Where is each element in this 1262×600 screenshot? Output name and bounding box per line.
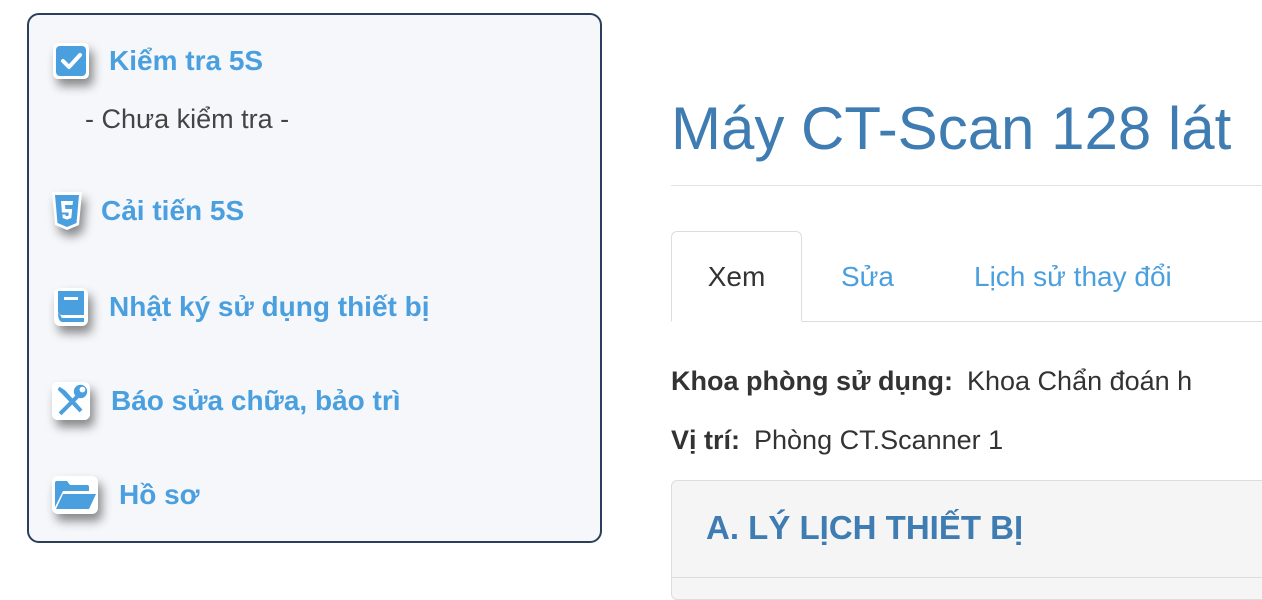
title-divider — [671, 185, 1262, 186]
tab-view[interactable]: Xem — [671, 231, 802, 322]
5s-check-status: - Chưa kiểm tra - — [85, 104, 290, 134]
equipment-profile-panel: A. LÝ LỊCH THIẾT BỊ — [671, 480, 1262, 600]
html5-icon — [47, 191, 87, 231]
tab-bar: Xem Sửa Lịch sử thay đổi — [671, 231, 1262, 322]
panel-header-divider — [672, 577, 1262, 578]
tools-icon — [51, 381, 91, 421]
field-department-value: Khoa Chẩn đoán h — [967, 366, 1193, 396]
field-department-label: Khoa phòng sử dụng: — [671, 366, 953, 396]
checkbox-icon — [51, 41, 91, 81]
book-icon — [51, 287, 91, 327]
folder-open-icon — [51, 475, 99, 515]
sidebar-item-label: Nhật ký sử dụng thiết bị — [109, 291, 430, 322]
field-department: Khoa phòng sử dụng: Khoa Chẩn đoán h — [671, 366, 1192, 397]
sidebar-item-5s-check[interactable]: Kiểm tra 5S — [51, 41, 263, 81]
sidebar-item-label: Cải tiến 5S — [101, 195, 245, 226]
sidebar-item-5s-improvement[interactable]: Cải tiến 5S — [47, 191, 244, 231]
sidebar-menu: Kiểm tra 5S - Chưa kiểm tra - Cải tiến 5… — [27, 13, 602, 543]
field-location-value: Phòng CT.Scanner 1 — [754, 425, 1004, 455]
sidebar-item-records[interactable]: Hồ sơ — [51, 475, 200, 515]
sidebar-item-label: Báo sửa chữa, bảo trì — [111, 385, 401, 416]
section-title: A. LÝ LỊCH THIẾT BỊ — [706, 509, 1024, 546]
page-title: Máy CT-Scan 128 lát — [671, 95, 1232, 162]
sidebar-item-equipment-log[interactable]: Nhật ký sử dụng thiết bị — [51, 287, 430, 327]
tab-change-history[interactable]: Lịch sử thay đổi — [974, 231, 1172, 322]
tab-edit[interactable]: Sửa — [841, 231, 894, 322]
sidebar-item-label: Hồ sơ — [119, 479, 200, 510]
sidebar-item-label: Kiểm tra 5S — [109, 45, 264, 76]
field-location: Vị trí: Phòng CT.Scanner 1 — [671, 425, 1003, 456]
sidebar-item-repair-maintenance[interactable]: Báo sửa chữa, bảo trì — [51, 381, 401, 421]
field-location-label: Vị trí: — [671, 425, 741, 455]
